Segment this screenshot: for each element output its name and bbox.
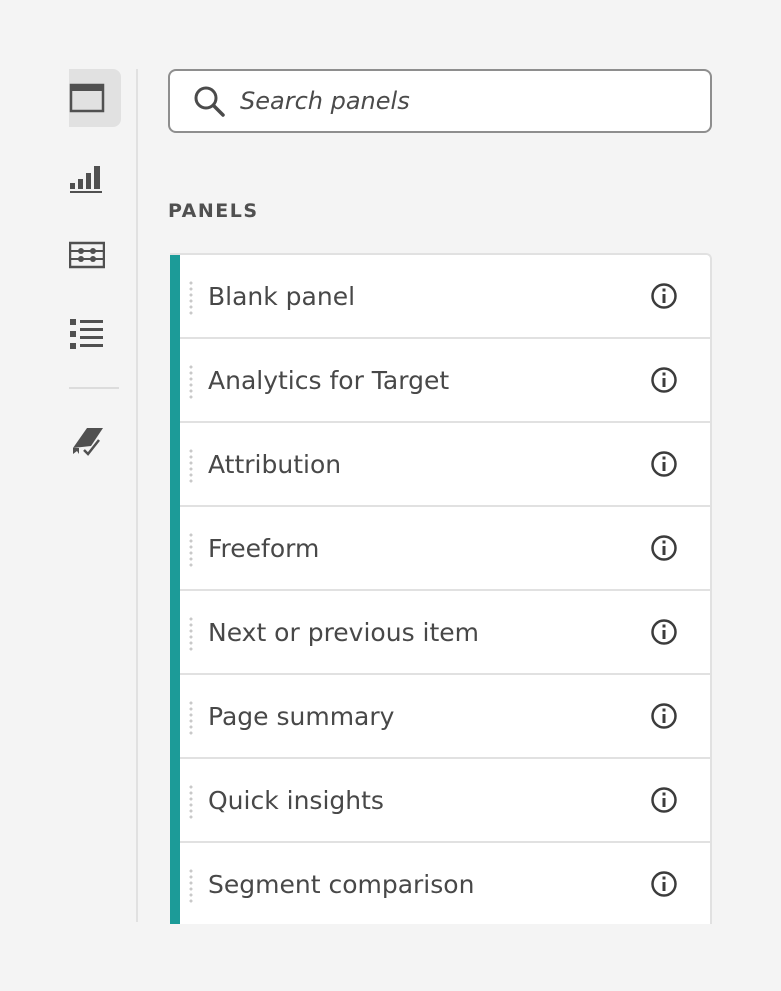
accent-bar <box>170 337 180 423</box>
panel-list-item[interactable]: Attribution <box>170 421 710 507</box>
rail-segments-button[interactable] <box>69 226 121 284</box>
panel-list-item[interactable]: Quick insights <box>170 757 710 843</box>
drag-handle-icon[interactable] <box>189 868 193 904</box>
curated-components-icon <box>73 428 103 456</box>
info-icon[interactable] <box>650 366 678 394</box>
section-heading: PANELS <box>168 200 259 222</box>
rail-panels-button[interactable] <box>69 69 121 127</box>
panel-icon <box>69 83 105 113</box>
search-box[interactable] <box>168 69 712 133</box>
accent-bar <box>170 255 180 339</box>
panel-label: Next or previous item <box>208 617 480 647</box>
info-icon[interactable] <box>650 702 678 730</box>
panel-list: Blank panel Analytics for Target Attributi… <box>170 253 712 924</box>
panel-label: Freeform <box>208 533 320 563</box>
rail-separator <box>136 69 138 922</box>
info-icon[interactable] <box>650 282 678 310</box>
panels-browser: PANELS Blank panel Analytics for Target At… <box>0 0 781 991</box>
panel-label: Segment comparison <box>208 869 475 899</box>
drag-handle-icon[interactable] <box>189 448 193 484</box>
panel-label: Attribution <box>208 449 342 479</box>
drag-handle-icon[interactable] <box>189 784 193 820</box>
drag-handle-icon[interactable] <box>189 280 193 316</box>
search-input[interactable] <box>240 87 680 115</box>
bar-chart-icon <box>70 166 102 193</box>
rail-divider <box>69 387 119 389</box>
drag-handle-icon[interactable] <box>189 364 193 400</box>
accent-bar <box>170 505 180 591</box>
accent-bar <box>170 421 180 507</box>
panel-list-item[interactable]: Freeform <box>170 505 710 591</box>
drag-handle-icon[interactable] <box>189 532 193 568</box>
accent-bar <box>170 841 180 924</box>
segments-icon <box>69 241 105 269</box>
panel-label: Quick insights <box>208 785 384 815</box>
panel-list-item[interactable]: Page summary <box>170 673 710 759</box>
accent-bar <box>170 673 180 759</box>
accent-bar <box>170 589 180 675</box>
accent-bar <box>170 757 180 843</box>
rail-curated-button[interactable] <box>69 411 121 469</box>
drag-handle-icon[interactable] <box>189 616 193 652</box>
panel-list-item[interactable]: Next or previous item <box>170 589 710 675</box>
rail-visualizations-button[interactable] <box>69 147 121 205</box>
info-icon[interactable] <box>650 534 678 562</box>
info-icon[interactable] <box>650 618 678 646</box>
info-icon[interactable] <box>650 786 678 814</box>
info-icon[interactable] <box>650 450 678 478</box>
search-icon <box>194 86 225 117</box>
panel-list-item[interactable]: Blank panel <box>170 255 710 339</box>
drag-handle-icon[interactable] <box>189 700 193 736</box>
panel-label: Page summary <box>208 701 395 731</box>
info-icon[interactable] <box>650 870 678 898</box>
panel-list-item[interactable]: Segment comparison <box>170 841 710 924</box>
list-icon <box>70 319 103 349</box>
rail-list-button[interactable] <box>69 305 121 363</box>
panel-label: Blank panel <box>208 281 356 311</box>
panel-list-item[interactable]: Analytics for Target <box>170 337 710 423</box>
panel-label: Analytics for Target <box>208 365 450 395</box>
